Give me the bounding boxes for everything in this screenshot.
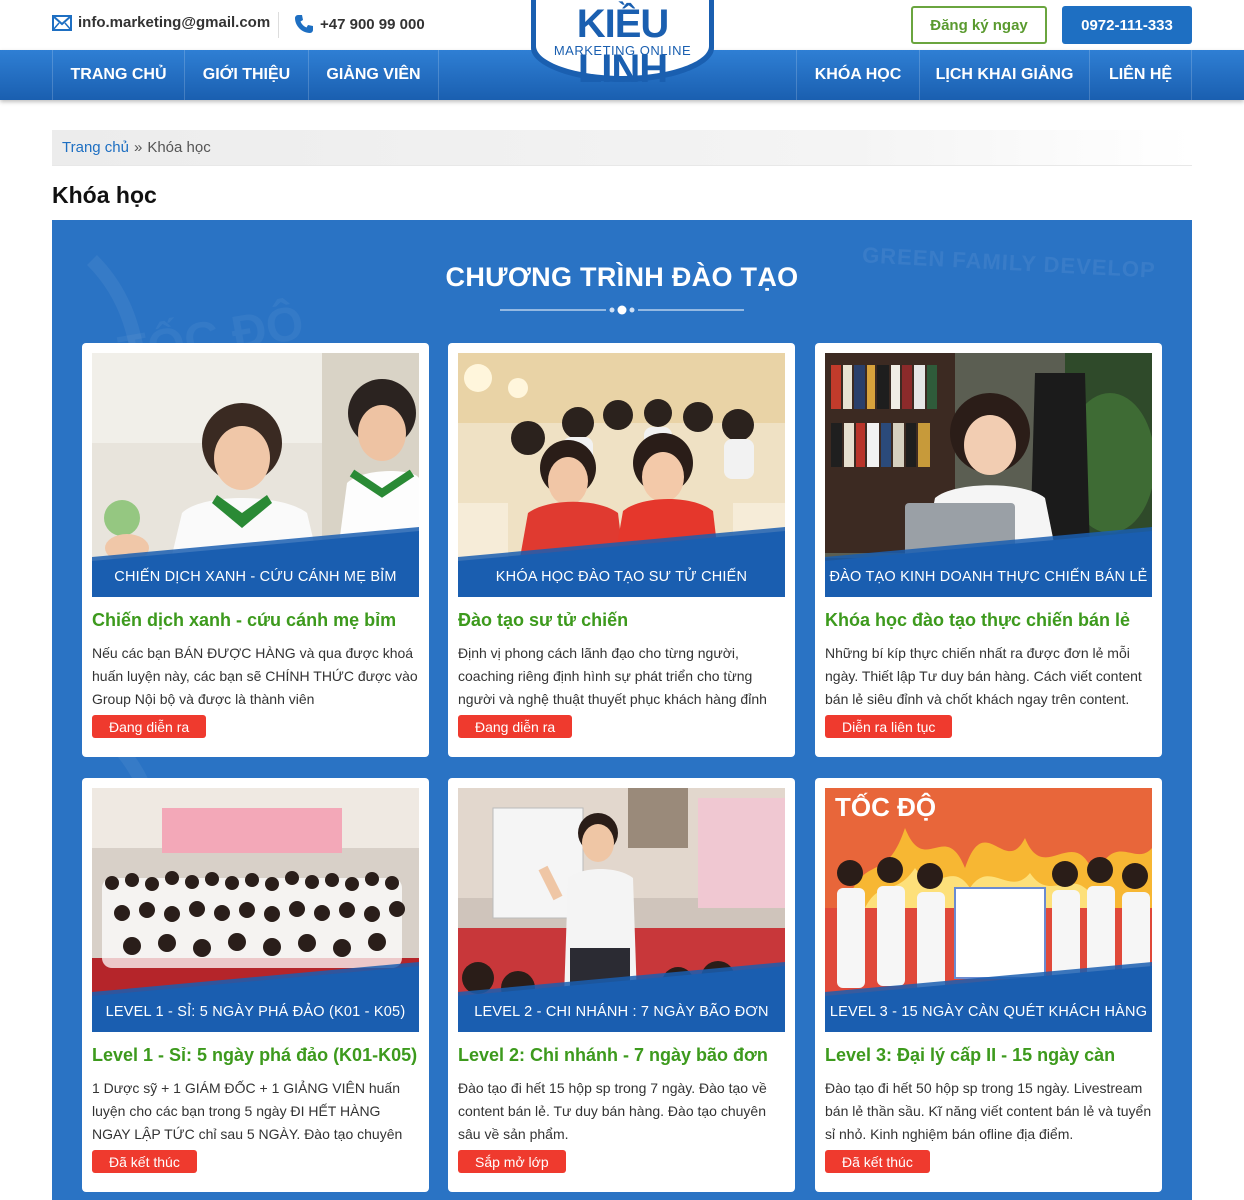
course-description: Những bí kíp thực chiến nhất ra được đơn… <box>825 645 1142 707</box>
hotline-button[interactable]: 0972-111-333 <box>1062 6 1192 44</box>
course-title[interactable]: Level 1 - Sỉ: 5 ngày phá đảo (K01-K05) <box>92 1045 422 1066</box>
breadcrumb-separator: » <box>133 139 143 156</box>
training-program-section: TỐC ĐỘ GREEN FAMILY DEVELOP CHƯƠNG TRÌNH… <box>52 220 1192 1200</box>
course-card[interactable]: LEVEL 2 - CHI NHÁNH : 7 NGÀY BÃO ĐƠN Lev… <box>448 778 795 1192</box>
course-title[interactable]: Đào tạo sư tử chiến <box>458 610 788 631</box>
course-image[interactable]: CHIẾN DỊCH XANH - CỨU CÁNH MẸ BỈM <box>92 353 419 597</box>
course-image-banner: LEVEL 1 - SỈ: 5 NGÀY PHÁ ĐẢO (K01 - K05) <box>105 1004 406 1020</box>
email-contact[interactable]: info.marketing@gmail.com <box>52 14 270 31</box>
course-description: Đào tạo đi hết 50 hộp sp trong 15 ngày. … <box>825 1080 1152 1142</box>
email-text: info.marketing@gmail.com <box>78 14 271 31</box>
course-status-badge: Đang diễn ra <box>92 715 207 738</box>
course-status-badge: Sắp mở lớp <box>458 1150 566 1173</box>
course-image[interactable]: KHÓA HỌC ĐÀO TẠO SƯ TỬ CHIẾN <box>458 353 785 597</box>
course-status-badge: Diễn ra liên tục <box>825 715 953 738</box>
nav-item-schedule[interactable]: LỊCH KHAI GIẢNG <box>920 50 1090 100</box>
site-logo[interactable]: KIỀU LINH MARKETING ONLINE <box>531 0 714 91</box>
course-image[interactable]: LEVEL 2 - CHI NHÁNH : 7 NGÀY BÃO ĐƠN <box>458 788 785 1032</box>
course-card[interactable]: TỐC ĐỘ LEVEL 3 - 15 NGÀY CÀN QUÉT KHÁCH … <box>815 778 1162 1192</box>
course-description: 1 Dược sỹ + 1 GIÁM ĐỐC + 1 GIẢNG VIÊN hu… <box>92 1080 403 1142</box>
course-title[interactable]: Level 3: Đại lý cấp II - 15 ngày càn <box>825 1045 1155 1066</box>
section-title: CHƯƠNG TRÌNH ĐÀO TẠO <box>445 262 799 292</box>
course-image-banner: CHIẾN DỊCH XANH - CỨU CÁNH MẸ BỈM <box>114 569 397 585</box>
course-image-banner: LEVEL 3 - 15 NGÀY CÀN QUÉT KHÁCH HÀNG <box>829 1004 1148 1020</box>
logo-subtitle: MARKETING ONLINE <box>553 43 692 58</box>
nav-item-contact[interactable]: LIÊN HỆ <box>1090 50 1192 100</box>
course-description: Định vị phong cách lãnh đạo cho từng ngư… <box>458 645 767 707</box>
contact-divider <box>278 12 279 38</box>
phone-icon <box>295 15 313 33</box>
course-description: Đào tạo đi hết 15 hộp sp trong 7 ngày. Đ… <box>458 1080 767 1142</box>
course-image-banner: KHÓA HỌC ĐÀO TẠO SƯ TỬ CHIẾN <box>495 569 748 585</box>
course-card[interactable]: KHÓA HỌC ĐÀO TẠO SƯ TỬ CHIẾN Đào tạo sư … <box>448 343 795 757</box>
title-divider-icon <box>500 305 744 315</box>
course-title[interactable]: Khóa học đào tạo thực chiến bán lẻ <box>825 610 1155 631</box>
nav-item-lecturers[interactable]: GIẢNG VIÊN <box>309 50 439 100</box>
nav-item-home[interactable]: TRANG CHỦ <box>52 50 185 100</box>
course-card[interactable]: ĐÀO TẠO KINH DOANH THỰC CHIẾN BÁN LẺ Khó… <box>815 343 1162 757</box>
course-title[interactable]: Chiến dịch xanh - cứu cánh mẹ bỉm <box>92 610 422 631</box>
course-image-banner: ĐÀO TẠO KINH DOANH THỰC CHIẾN BÁN LẺ <box>829 569 1148 585</box>
course-image[interactable]: LEVEL 1 - SỈ: 5 NGÀY PHÁ ĐẢO (K01 - K05) <box>92 788 419 1032</box>
nav-item-courses[interactable]: KHÓA HỌC <box>796 50 920 100</box>
register-button[interactable]: Đăng ký ngay <box>911 6 1047 44</box>
breadcrumb-current: Khóa học <box>147 139 211 156</box>
phone-text: +47 900 99 000 <box>320 15 425 33</box>
course-image[interactable]: ĐÀO TẠO KINH DOANH THỰC CHIẾN BÁN LẺ <box>825 353 1152 597</box>
course-image-banner: LEVEL 2 - CHI NHÁNH : 7 NGÀY BÃO ĐƠN <box>474 1004 769 1020</box>
course-status-badge: Đã kết thúc <box>92 1150 197 1173</box>
svg-text:TỐC ĐỘ: TỐC ĐỘ <box>835 792 936 822</box>
course-description: Nếu các bạn BÁN ĐƯỢC HÀNG và qua được kh… <box>92 645 418 707</box>
course-card[interactable]: LEVEL 1 - SỈ: 5 NGÀY PHÁ ĐẢO (K01 - K05)… <box>82 778 429 1192</box>
phone-contact[interactable]: +47 900 99 000 <box>294 14 425 34</box>
course-title[interactable]: Level 2: Chi nhánh - 7 ngày bão đơn <box>458 1045 788 1066</box>
breadcrumb-home-link[interactable]: Trang chủ <box>62 139 129 156</box>
mail-icon <box>52 14 72 31</box>
course-status-badge: Đang diễn ra <box>458 715 573 738</box>
nav-item-about[interactable]: GIỚI THIỆU <box>185 50 309 100</box>
course-image[interactable]: TỐC ĐỘ LEVEL 3 - 15 NGÀY CÀN QUÉT KHÁCH … <box>825 788 1152 1032</box>
course-card[interactable]: CHIẾN DỊCH XANH - CỨU CÁNH MẸ BỈM Chiến … <box>82 343 429 757</box>
course-status-badge: Đã kết thúc <box>825 1150 930 1173</box>
page-title: Khóa học <box>52 182 157 208</box>
breadcrumb: Trang chủ » Khóa học <box>52 130 1192 166</box>
